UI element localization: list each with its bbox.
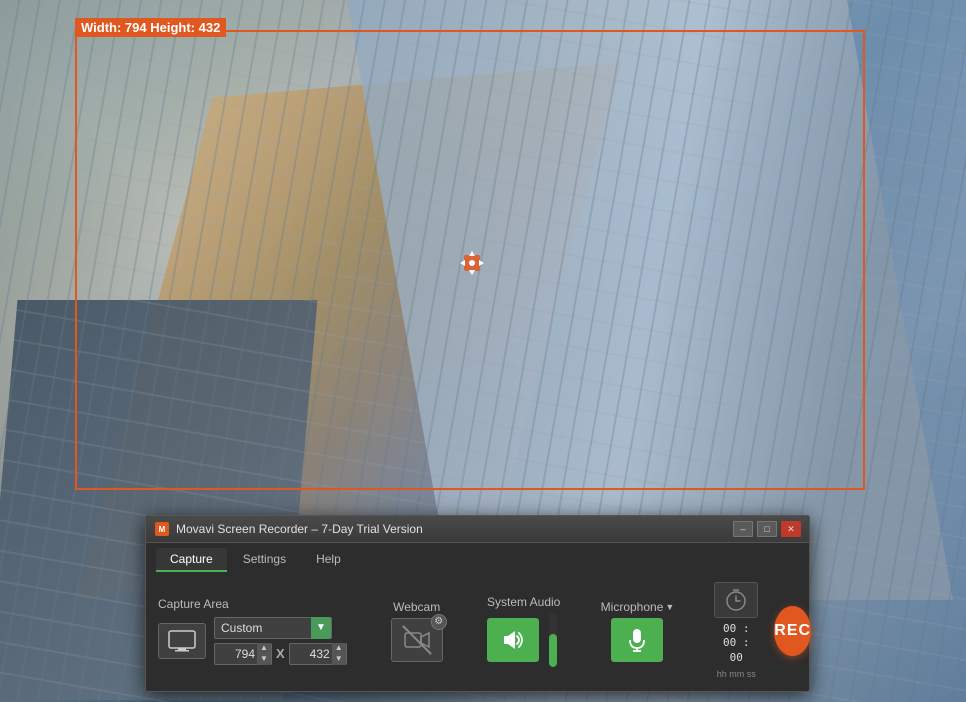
app-icon: M — [154, 521, 170, 537]
svg-text:M: M — [159, 525, 166, 534]
minimize-button[interactable]: – — [733, 521, 753, 537]
dimension-label: Width: 794 Height: 432 — [75, 18, 226, 37]
mic-label: Microphone — [601, 600, 664, 614]
tab-settings[interactable]: Settings — [229, 548, 300, 572]
timer-icon[interactable] — [714, 582, 758, 618]
clock-icon — [724, 588, 748, 612]
dimension-inputs: ▲ ▼ X ▲ ▼ — [214, 643, 347, 665]
webcam-btn-wrap: ⚙ — [391, 618, 443, 662]
audio-level-slider[interactable] — [549, 613, 557, 667]
height-down[interactable]: ▼ — [332, 654, 346, 665]
capture-area-section: Capture Area Custom ▼ — [158, 597, 347, 665]
capture-area-controls: Custom ▼ ▲ ▼ X — [158, 617, 347, 665]
preset-dropdown[interactable]: Custom ▼ — [214, 617, 332, 639]
screen-select-button[interactable] — [158, 623, 206, 659]
mic-label-row: Microphone ▼ — [601, 600, 675, 614]
timer-section: 00 : 00 : 00 hh mm ss — [714, 582, 758, 679]
webcam-gear-icon[interactable]: ⚙ — [431, 614, 447, 630]
rec-button[interactable]: REC — [774, 606, 811, 656]
height-input-wrap: ▲ ▼ — [289, 643, 347, 665]
width-input-wrap: ▲ ▼ — [214, 643, 272, 665]
height-up[interactable]: ▲ — [332, 643, 346, 654]
webcam-section: Webcam ⚙ — [387, 600, 447, 662]
preset-dropdown-value: Custom — [215, 621, 311, 635]
preset-dropdown-arrow[interactable]: ▼ — [311, 617, 331, 639]
title-bar-left: M Movavi Screen Recorder – 7-Day Trial V… — [154, 521, 423, 537]
move-cursor-icon[interactable] — [456, 247, 488, 279]
mic-dropdown-arrow[interactable]: ▼ — [665, 602, 674, 612]
height-input[interactable] — [290, 647, 332, 661]
screen-icon — [168, 630, 196, 652]
tab-help[interactable]: Help — [302, 548, 355, 572]
width-input[interactable] — [215, 647, 257, 661]
app-title: Movavi Screen Recorder – 7-Day Trial Ver… — [176, 522, 423, 536]
dimension-separator: X — [276, 646, 285, 661]
tab-capture[interactable]: Capture — [156, 548, 227, 572]
system-audio-section: System Audio — [487, 595, 561, 667]
close-button[interactable]: ✕ — [781, 521, 801, 537]
speaker-icon — [501, 629, 525, 651]
control-panel: M Movavi Screen Recorder – 7-Day Trial V… — [145, 515, 810, 692]
system-audio-label: System Audio — [487, 595, 560, 609]
width-spinners: ▲ ▼ — [257, 643, 271, 665]
microphone-section: Microphone ▼ — [601, 600, 675, 662]
dropdown-container: Custom ▼ ▲ ▼ X — [214, 617, 347, 665]
capture-area-label: Capture Area — [158, 597, 347, 611]
microphone-button[interactable] — [611, 618, 663, 662]
title-controls: – □ ✕ — [733, 521, 801, 537]
webcam-icon — [404, 629, 430, 651]
width-up[interactable]: ▲ — [257, 643, 271, 654]
audio-level-fill — [549, 634, 557, 666]
timer-display: 00 : 00 : 00 — [714, 622, 758, 665]
maximize-button[interactable]: □ — [757, 521, 777, 537]
height-spinners: ▲ ▼ — [332, 643, 346, 665]
webcam-label: Webcam — [393, 600, 440, 614]
system-audio-button[interactable] — [487, 618, 539, 662]
mic-icon — [629, 628, 645, 652]
title-bar: M Movavi Screen Recorder – 7-Day Trial V… — [146, 516, 809, 543]
timer-sublabels: hh mm ss — [717, 669, 756, 679]
panel-content: Capture Area Custom ▼ — [146, 572, 809, 691]
width-down[interactable]: ▼ — [257, 654, 271, 665]
nav-tabs: Capture Settings Help — [146, 543, 809, 572]
